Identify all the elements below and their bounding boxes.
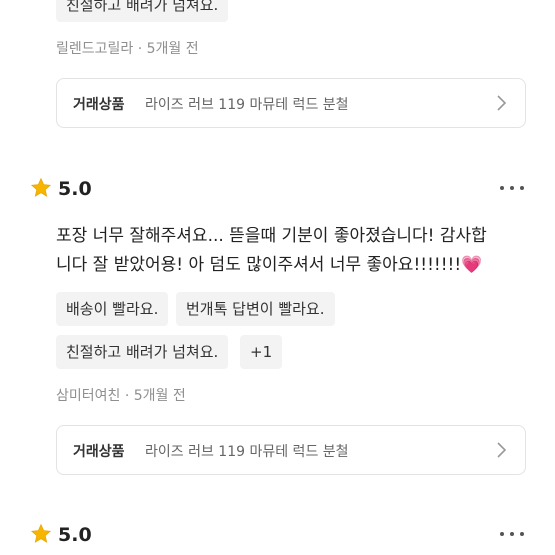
tag-chip: 친절하고 배려가 넘쳐요.	[56, 0, 229, 22]
chevron-right-icon	[497, 442, 507, 458]
review-author[interactable]: 삼미터여친	[56, 388, 120, 404]
tag-chip: 배송이 빨라요.	[56, 292, 169, 326]
review-text-line-2: 니다 잘 받았어용! 아 덤도 많이주셔서 너무 좋아요!!!!!!!	[56, 255, 462, 275]
star-icon	[30, 523, 52, 543]
meta-separator: ·	[124, 388, 134, 404]
product-card[interactable]: 거래상품 라이즈 러브 119 마뮤테 럭드 분철	[56, 425, 526, 475]
review-time: 5개월 전	[146, 41, 199, 57]
product-name: 라이즈 러브 119 마뮤테 럭드 분철	[145, 97, 349, 113]
review-meta: 삼미터여친 · 5개월 전	[56, 385, 186, 405]
more-dots-icon[interactable]	[500, 530, 526, 538]
tag-chip: 친절하고 배려가 넘쳐요.	[56, 335, 229, 369]
review-time: 5개월 전	[133, 388, 186, 404]
review-author[interactable]: 릴렌드고릴라	[56, 41, 133, 57]
review-meta: 릴렌드고릴라 · 5개월 전	[56, 38, 199, 58]
chevron-right-icon	[497, 95, 507, 111]
meta-separator: ·	[137, 41, 147, 57]
review-text-line: 니다 잘 받았어용! 아 덤도 많이주셔서 너무 좋아요!!!!!!!💗	[56, 251, 526, 280]
rating-score: 5.0	[58, 524, 92, 546]
rating-score: 5.0	[58, 178, 92, 200]
product-card[interactable]: 거래상품 라이즈 러브 119 마뮤테 럭드 분철	[56, 78, 526, 128]
review-text-line: 포장 너무 잘해주셔요... 뜯을때 기분이 좋아졌습니다! 감사합	[56, 226, 487, 246]
review-text: 포장 너무 잘해주셔요... 뜯을때 기분이 좋아졌습니다! 감사합 니다 잘 …	[56, 222, 526, 280]
more-tags-chip[interactable]: +1	[240, 335, 283, 369]
more-dots-icon[interactable]	[500, 184, 526, 192]
product-label: 거래상품	[73, 444, 125, 460]
product-label: 거래상품	[73, 97, 125, 113]
star-icon	[30, 177, 52, 197]
product-name: 라이즈 러브 119 마뮤테 럭드 분철	[145, 444, 349, 460]
heart-emoji: 💗	[461, 255, 483, 275]
tag-chip: 번개톡 답변이 빨라요.	[176, 292, 335, 326]
